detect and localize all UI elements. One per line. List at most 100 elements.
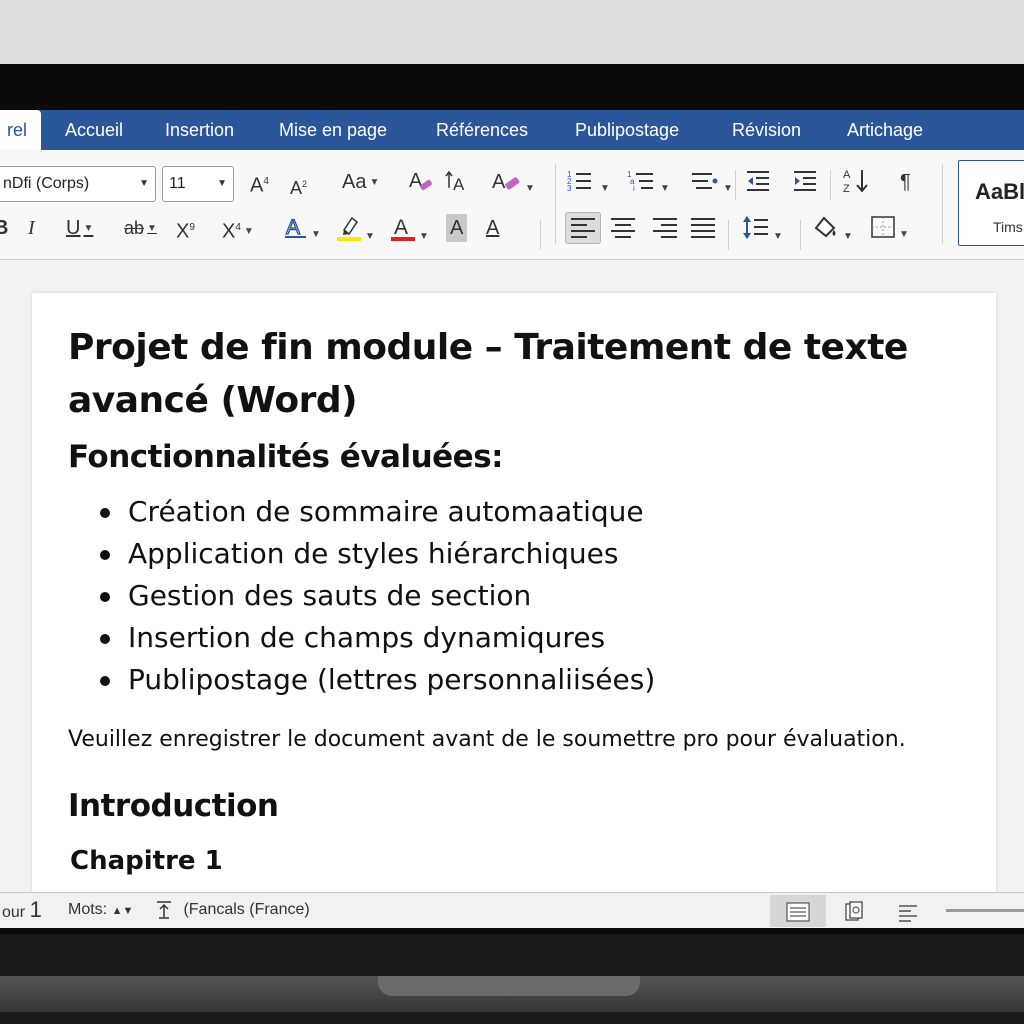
shrink-font-sup: 2 [302, 179, 308, 189]
decrease-indent-icon [747, 171, 769, 191]
list-item: Insertion de champs dynamiqures [100, 617, 655, 659]
pilcrow-icon: ¶ [900, 171, 911, 193]
multilevel-list-button[interactable]: 1 a i ▼ [627, 168, 670, 203]
read-mode-view-button[interactable] [826, 895, 882, 927]
show-formatting-button[interactable]: ¶ [900, 168, 911, 196]
increase-indent-button[interactable] [792, 168, 818, 202]
font-size-combo[interactable]: 11 ▼ [162, 166, 234, 202]
document-title: Projet de fin module – Traitement de tex… [68, 327, 908, 421]
ribbon-separator [800, 220, 801, 250]
font-color-button[interactable]: A ▼ [390, 214, 429, 251]
paint-bucket-icon [814, 216, 836, 238]
chevron-down-icon: ▼ [773, 230, 783, 242]
web-layout-icon [899, 905, 917, 923]
line-spacing-button[interactable]: ▼ [742, 214, 783, 251]
tab-references[interactable]: Références [436, 110, 528, 150]
chevron-down-icon: ▼ [365, 230, 375, 242]
heading-introduction: Introduction [68, 788, 279, 824]
subscript-button[interactable]: X9 [176, 214, 195, 246]
sort-button[interactable]: AZ [842, 166, 872, 204]
highlight-text-button[interactable]: A ▼ [492, 168, 535, 203]
bullet-list-icon [692, 173, 718, 189]
character-border-button[interactable]: A [486, 214, 499, 242]
highlight-color-button[interactable]: ▼ [336, 214, 375, 251]
tab-affichage[interactable]: Artichage [847, 110, 923, 150]
tab-accueil[interactable]: Accueil [65, 110, 123, 150]
chevron-down-icon[interactable]: ▼ [217, 167, 227, 201]
tab-publipostage[interactable]: Publipostage [575, 110, 679, 150]
subscript-mark: 9 [189, 222, 195, 233]
document-page[interactable]: Projet de fin module – Traitement de tex… [32, 293, 996, 913]
word-count-label: Mots: [68, 901, 108, 918]
features-heading: Fonctionnalités évaluées: [68, 439, 504, 475]
italic-icon: I [28, 217, 35, 239]
page-number: 1 [29, 897, 42, 922]
align-center-button[interactable] [610, 216, 636, 248]
numbered-list-button[interactable]: 1 2 3 ▼ [567, 168, 610, 203]
shrink-font-button[interactable]: A2 [290, 170, 307, 202]
chevron-down-icon: ▼ [369, 176, 380, 188]
font-name-combo[interactable]: nDfi (Corps) ▼ [0, 166, 156, 202]
strikethrough-icon: ab [124, 218, 145, 238]
text-direction-button[interactable]: A [444, 168, 470, 202]
align-left-icon [571, 218, 595, 238]
background-wall [0, 0, 1024, 64]
underline-icon: U [66, 217, 81, 239]
align-right-icon [653, 218, 677, 238]
superscript-button[interactable]: X4 ▼ [222, 214, 254, 246]
tab-revision[interactable]: Révision [732, 110, 801, 150]
italic-button[interactable]: I [28, 214, 35, 242]
zoom-slider[interactable] [946, 909, 1024, 912]
print-layout-icon [786, 902, 810, 922]
instruction-paragraph: Veuillez enregistrer le document avant d… [68, 727, 906, 752]
multilevel-list-icon: 1ai [627, 170, 653, 193]
clear-formatting-button[interactable]: A [408, 168, 434, 202]
strikethrough-button[interactable]: ab ▼ [124, 214, 157, 243]
font-size-value: 11 [169, 175, 186, 192]
chevron-down-icon: ▼ [243, 226, 254, 238]
bullet-list-button[interactable]: ▼ [690, 168, 733, 203]
borders-button[interactable]: ▼ [870, 214, 909, 249]
bold-button[interactable]: B [0, 214, 8, 242]
page-label: our [2, 904, 26, 921]
laptop-base-edge [0, 1012, 1024, 1024]
svg-text:A: A [453, 175, 465, 194]
chevron-down-icon: ▼ [525, 182, 535, 194]
style-sample: AaBl [975, 179, 1024, 204]
word-window: rel Accueil Insertion Mise en page Référ… [0, 110, 1024, 928]
decrease-indent-button[interactable] [745, 168, 771, 202]
align-left-button[interactable] [570, 216, 596, 248]
paragraph-shading-button[interactable]: ▼ [812, 214, 853, 251]
proofing-status[interactable]: (Fancals (France) [155, 893, 310, 927]
list-item: Gestion des sauts de section [100, 575, 655, 617]
svg-text:A: A [409, 170, 423, 192]
tab-insertion[interactable]: Insertion [165, 110, 234, 150]
text-effects-button[interactable]: A ▼ [284, 214, 321, 249]
svg-text:3: 3 [567, 184, 572, 193]
line-spacing-icon [743, 216, 768, 239]
page-indicator[interactable]: our 1 [2, 893, 42, 928]
style-gallery-normal[interactable]: AaBl Tims [958, 160, 1024, 246]
justify-button[interactable] [690, 216, 716, 248]
justify-icon [691, 218, 715, 238]
character-shading-button[interactable]: A [446, 214, 468, 242]
ribbon-home: nDfi (Corps) ▼ 11 ▼ A4 A2 Aa ▼ A A A ▼ 123… [0, 150, 1024, 260]
grow-font-button[interactable]: A4 [250, 168, 269, 200]
list-item: Publipostage (lettres personnaliisées) [100, 659, 655, 701]
underline-button[interactable]: U ▼ [66, 214, 93, 243]
tab-mise-en-page[interactable]: Mise en page [279, 110, 387, 150]
web-layout-view-button[interactable] [880, 895, 936, 927]
highlighter-icon [337, 216, 361, 241]
heading-chapter-1: Chapitre 1 [70, 846, 223, 876]
print-layout-view-button[interactable] [770, 895, 826, 927]
list-item: Application de styles hiérarchiques [100, 533, 655, 575]
tab-fichier[interactable]: rel [0, 110, 41, 150]
align-right-button[interactable] [652, 216, 678, 248]
text-highlight-icon: A [492, 171, 520, 193]
chevron-down-icon: ▼ [600, 182, 610, 194]
change-case-button[interactable]: Aa ▼ [342, 168, 379, 197]
chevron-down-icon: ▼ [311, 228, 321, 240]
ribbon-separator [735, 170, 736, 200]
word-count[interactable]: Mots: ▲▼ [68, 893, 133, 928]
chevron-down-icon[interactable]: ▼ [139, 167, 149, 201]
